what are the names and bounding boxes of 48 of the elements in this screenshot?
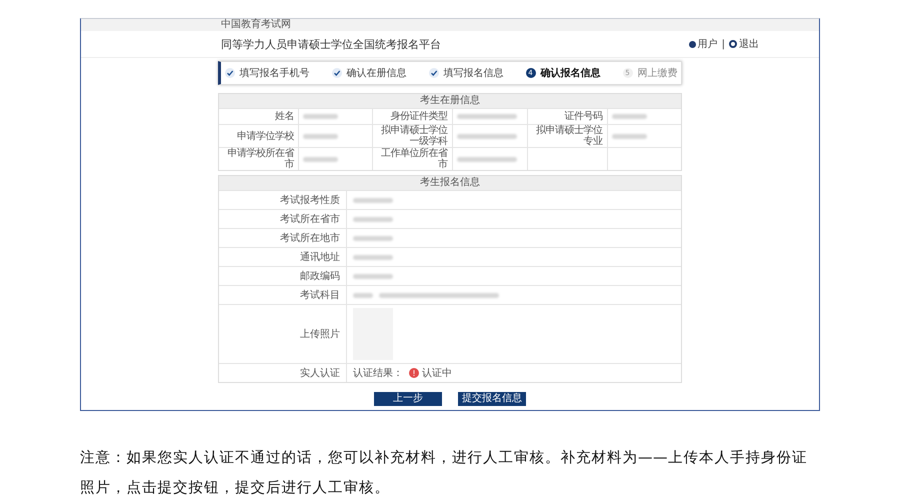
blurred-value	[456, 114, 516, 119]
field-label: 上传照片	[300, 328, 340, 340]
step-label: 网上缴费	[638, 66, 678, 80]
blurred-value	[353, 236, 393, 240]
field-label: 考试科目	[300, 290, 340, 300]
field-label: 工作单位所在省市	[380, 148, 448, 170]
field-label: 通讯地址	[300, 252, 340, 262]
field-label: 身份证件类型	[390, 111, 448, 122]
step-label: 填写报名信息	[444, 66, 504, 80]
field-label: 考试所在地市	[280, 232, 340, 244]
logout-link[interactable]: 退出	[729, 37, 759, 51]
field-label: 实人认证	[300, 368, 340, 378]
blurred-value	[353, 274, 393, 278]
field-label: 拟申请硕士学位专业	[535, 125, 602, 147]
blurred-value	[303, 134, 338, 138]
verify-status: 认证中	[422, 366, 452, 380]
field-label: 申请学位学校	[237, 130, 294, 142]
blurred-value	[456, 156, 516, 162]
user-link[interactable]: 用户	[688, 37, 718, 51]
separator: |	[722, 38, 725, 50]
field-label: 考试报考性质	[280, 194, 340, 206]
step-label: 确认报名信息	[540, 66, 600, 80]
blurred-value	[303, 114, 338, 119]
blurred-value	[612, 134, 646, 138]
blurred-value	[456, 134, 516, 138]
blurred-value	[612, 114, 646, 119]
field-label: 证件号码	[564, 111, 602, 122]
submit-button[interactable]: 提交报名信息	[458, 392, 526, 406]
section-header: 考生报名信息	[219, 176, 681, 190]
field-label: 拟申请硕士学位一级学科	[380, 125, 448, 147]
blurred-value	[353, 254, 393, 260]
alert-badge: !	[409, 368, 419, 378]
field-label: 姓名	[275, 111, 294, 122]
notice-text: 注意：如果您实人认证不通过的话，您可以补充材料，进行人工审核。补充材料为——上传本人手持身份证照片，点击提交按钮，提交后进行人工审核。	[80, 448, 808, 498]
previous-button[interactable]: 上一步	[374, 392, 442, 406]
blurred-value	[353, 292, 373, 298]
blurred-value	[353, 198, 393, 202]
blurred-value	[303, 156, 338, 162]
step-label: 确认在册信息	[346, 66, 406, 80]
result-label: 认证结果：	[353, 366, 403, 380]
field-label: 邮政编码	[300, 270, 340, 282]
blurred-value	[353, 216, 393, 222]
field-label: 考试所在省市	[280, 214, 340, 224]
page-title: 同等学力人员申请硕士学位全国统考报名平台	[221, 36, 441, 52]
site-name: 中国教育考试网	[221, 19, 291, 31]
section-header: 考生在册信息	[219, 94, 681, 108]
step-label: 填写报名手机号	[240, 66, 310, 80]
field-label: 申请学校所在省市	[226, 148, 294, 170]
